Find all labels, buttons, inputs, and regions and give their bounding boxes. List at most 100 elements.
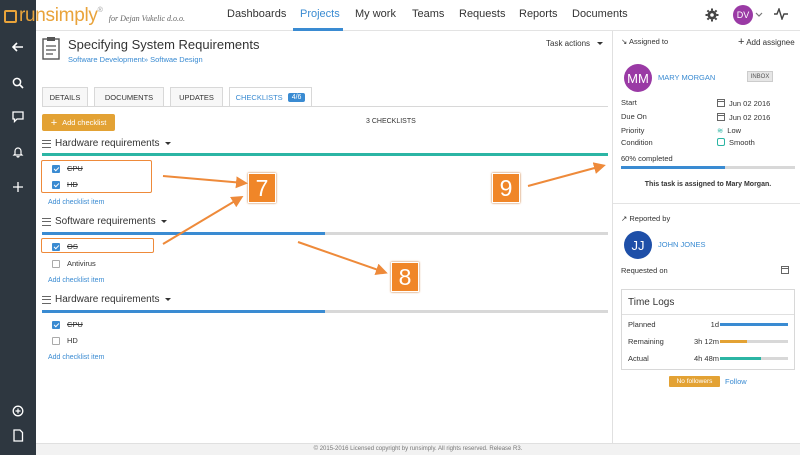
add-circle-icon[interactable] [0,401,36,421]
left-sidebar [0,0,36,455]
assigned-message: This task is assigned to Mary Morgan. [644,181,772,188]
list-icon [42,139,51,148]
checklist-title[interactable]: Software requirements [42,216,167,227]
calendar-icon[interactable] [781,266,789,274]
plus-icon[interactable] [0,177,36,197]
divider [622,314,794,315]
checkbox[interactable] [52,259,60,268]
checklist-title[interactable]: Hardware requirements [42,138,171,149]
tab-details[interactable]: DETAILS [42,87,88,106]
annotation-marker-8: 8 [391,262,419,292]
divider [613,203,800,204]
square-icon [717,138,725,146]
assigned-to-label: ↘ Assigned to [621,37,669,46]
bell-icon[interactable] [0,142,36,162]
timelog-fill [720,357,761,360]
requested-on-label: Requested on [621,266,668,275]
time-logs-title: Time Logs [628,297,675,308]
reporter-name[interactable]: JOHN JONES [658,240,706,249]
document-icon[interactable] [0,425,36,445]
priority-value[interactable]: ≋ Low [717,126,741,135]
activity-pulse-icon[interactable] [774,6,788,22]
checklist-progress-bar [42,232,608,235]
calendar-icon [717,99,725,107]
actual-bar [720,357,788,360]
reporter-avatar[interactable]: JJ [624,231,652,259]
add-checklist-item-link[interactable]: Add checklist item [48,277,104,284]
nav-teams[interactable]: Teams [412,8,444,20]
checklist-progress-bar [42,310,608,313]
back-arrow-icon[interactable] [0,37,36,57]
annotation-marker-7: 7 [248,173,276,203]
chevron-down-icon[interactable] [755,10,763,20]
time-logs-panel: Time Logs Planned 1d Remaining 3h 12m Ac… [621,289,795,370]
checklist-progress-fill [42,310,325,313]
logo-check-icon [4,10,17,23]
follow-link[interactable]: Follow [725,377,747,386]
completion-bar [621,166,795,169]
planned-bar [720,323,788,326]
top-navigation: runsimply ® for Dejan Vukelic d.o.o. Das… [4,0,800,31]
tab-documents[interactable]: DOCUMENTS [94,87,164,106]
checklist-progress-fill [42,153,608,156]
gear-icon[interactable] [705,8,719,24]
add-checklist-button[interactable]: + Add checklist [42,114,115,131]
nav-dashboards[interactable]: Dashboards [227,8,286,20]
plus-icon: + [738,36,745,48]
tab-divider [42,106,608,107]
task-title: Specifying System Requirements [68,37,260,52]
clipboard-icon [42,36,60,62]
checklist-item[interactable]: Antivirus [52,259,96,268]
completion-label: 60% completed [621,154,673,163]
search-icon[interactable] [0,73,36,93]
nav-projects[interactable]: Projects [300,8,340,20]
footer: © 2015-2016 Licensed copyright by runsim… [36,443,800,455]
reported-by-label: ↗ Reported by [621,214,671,223]
brand-tagline: for Dejan Vukelic d.o.o. [108,14,186,23]
checklist-progress-bar [42,153,608,156]
task-actions-menu[interactable]: Task actions [546,39,604,48]
calendar-icon [717,113,725,121]
due-date[interactable]: Jun 02 2016 [717,113,770,122]
tab-updates[interactable]: UPDATES [170,87,223,106]
remaining-bar [720,340,788,343]
nav-requests[interactable]: Requests [459,8,505,20]
add-checklist-item-link[interactable]: Add checklist item [48,354,104,361]
annotation-marker-9: 9 [492,173,520,203]
nav-my-work[interactable]: My work [355,8,396,20]
checklist-item[interactable]: CPU [52,320,83,329]
start-date[interactable]: Jun 02 2016 [717,99,770,108]
no-followers-badge: No followers [669,376,720,387]
add-assignee-button[interactable]: + Add assignee [738,36,795,48]
checklists-badge: 4/6 [287,92,306,102]
tab-checklists[interactable]: CHECKLISTS 4/6 [229,87,312,106]
checkbox[interactable] [52,320,60,329]
timelog-fill [720,323,788,326]
caret-down-icon [597,42,604,45]
plus-icon: + [50,116,58,129]
checklist-count: 3 CHECKLISTS [366,118,416,125]
add-checklist-item-link[interactable]: Add checklist item [48,199,104,206]
condition-value[interactable]: Smooth [717,138,755,147]
list-icon [42,217,51,226]
user-avatar[interactable]: DV [733,5,753,25]
breadcrumb[interactable]: Software Development» Softwae Design [68,55,203,64]
checkbox[interactable] [52,336,60,345]
brand-logo[interactable]: runsimply ® for Dejan Vukelic d.o.o. [4,5,185,27]
checklist-item[interactable]: HD [52,336,78,345]
assignee-avatar[interactable]: MM [624,64,652,92]
chat-icon[interactable] [0,107,36,127]
caret-down-icon [164,142,171,145]
nav-documents[interactable]: Documents [572,8,628,20]
highlight-box [41,160,152,193]
checklist-progress-fill [42,232,325,235]
checklist-title[interactable]: Hardware requirements [42,294,171,305]
task-side-panel: ↘ Assigned to + Add assignee MM MARY MOR… [612,31,800,443]
assignee-name[interactable]: MARY MORGAN [658,73,715,82]
timelog-fill [720,340,748,343]
inbox-badge: INBOX [747,71,773,82]
highlight-box [41,238,154,253]
wifi-signal-icon: ≋ [717,126,724,135]
nav-reports[interactable]: Reports [519,8,558,20]
caret-down-icon [164,298,171,301]
